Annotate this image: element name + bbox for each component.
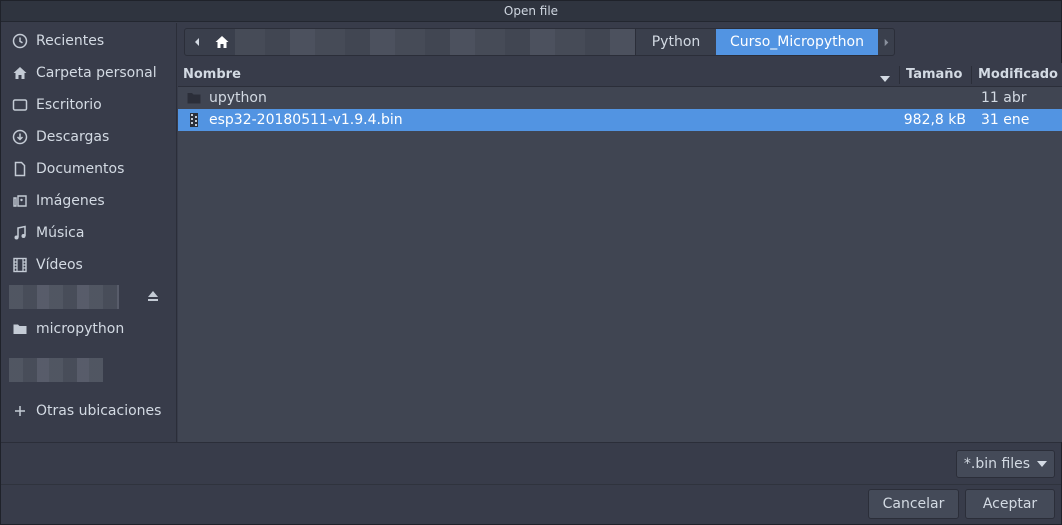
sidebar-item-otras-ubicaciones[interactable]: Otras ubicaciones: [1, 396, 176, 426]
sidebar-item-carpeta-personal[interactable]: Carpeta personal: [1, 58, 176, 88]
music-icon: [11, 224, 29, 242]
sort-descending-icon[interactable]: [880, 71, 890, 86]
sidebar-item-micropython[interactable]: micropython: [1, 314, 176, 344]
redacted-drive-label: [9, 285, 119, 309]
sidebar-item-escritorio[interactable]: Escritorio: [1, 90, 176, 120]
eject-icon[interactable]: [145, 288, 163, 306]
binary-file-icon: [186, 112, 202, 128]
column-name[interactable]: Nombre: [183, 63, 241, 87]
file-size: 982,8 kB: [903, 112, 966, 128]
column-modified[interactable]: Modificado: [978, 63, 1058, 87]
path-segment-python[interactable]: Python: [635, 29, 716, 55]
chevron-left-icon: [195, 38, 199, 46]
image-icon: [11, 192, 29, 210]
chevron-down-icon: [1037, 461, 1048, 467]
redacted-path-segments: [235, 29, 635, 55]
sidebar-item-label: micropython: [36, 321, 125, 337]
folder-icon: [11, 320, 29, 338]
dialog-footer: *.bin files Cancelar Aceptar: [1, 442, 1061, 524]
sidebar-item-label: Descargas: [36, 129, 110, 145]
column-separator: [971, 66, 972, 84]
path-bar: Python Curso_Micropython: [184, 28, 895, 56]
file-list: Nombre Tamaño Modificado upython 11 abr: [178, 63, 1062, 442]
path-back-button[interactable]: [185, 29, 209, 55]
sidebar-item-imagenes[interactable]: Imágenes: [1, 186, 176, 216]
sidebar-item-musica[interactable]: Música: [1, 218, 176, 248]
home-icon: [215, 36, 229, 48]
file-dialog: Open file Recientes Carpeta personal Esc…: [0, 0, 1062, 525]
download-icon: [11, 128, 29, 146]
home-icon: [11, 64, 29, 82]
plus-icon: [11, 402, 29, 420]
accept-button[interactable]: Aceptar: [965, 489, 1055, 519]
sidebar-item-label: Recientes: [36, 33, 105, 49]
footer-divider: [1, 484, 1061, 485]
file-modified: 11 abr: [981, 90, 1027, 106]
file-row-esp32-bin[interactable]: esp32-20180511-v1.9.4.bin 982,8 kB 31 en…: [178, 109, 1062, 131]
sidebar-item-label: Carpeta personal: [36, 65, 157, 81]
sidebar-item-label: Otras ubicaciones: [36, 403, 162, 419]
filter-label: *.bin files: [963, 456, 1031, 472]
sidebar-item-label: Documentos: [36, 161, 125, 177]
places-sidebar: Recientes Carpeta personal Escritorio De…: [1, 23, 177, 442]
sidebar-item-descargas[interactable]: Descargas: [1, 122, 176, 152]
sidebar-item-documentos[interactable]: Documentos: [1, 154, 176, 184]
cancel-button[interactable]: Cancelar: [868, 489, 959, 519]
sidebar-item-label: Imágenes: [36, 193, 105, 209]
desktop-icon: [11, 96, 29, 114]
file-name: upython: [209, 90, 267, 106]
file-row-upython[interactable]: upython 11 abr: [178, 87, 1062, 109]
folder-icon: [186, 90, 202, 106]
column-separator: [899, 66, 900, 84]
path-home-button[interactable]: [209, 29, 235, 55]
file-name: esp32-20180511-v1.9.4.bin: [209, 112, 403, 128]
path-forward-button[interactable]: [878, 29, 894, 55]
column-size[interactable]: Tamaño: [906, 63, 962, 87]
path-segment-current[interactable]: Curso_Micropython: [716, 29, 878, 55]
chevron-right-icon: [884, 38, 888, 46]
sidebar-item-videos[interactable]: Vídeos: [1, 250, 176, 280]
file-filter-dropdown[interactable]: *.bin files: [956, 450, 1055, 478]
sidebar-item-label: Vídeos: [36, 257, 83, 273]
clock-icon: [11, 32, 29, 50]
sidebar-item-recientes[interactable]: Recientes: [1, 26, 176, 56]
file-modified: 31 ene: [981, 112, 1030, 128]
video-icon: [11, 256, 29, 274]
column-header: Nombre Tamaño Modificado: [178, 63, 1062, 87]
sidebar-item-label: Música: [36, 225, 85, 241]
file-size: [908, 87, 966, 109]
window-title: Open file: [1, 1, 1061, 22]
redacted-location: [9, 358, 103, 382]
sidebar-item-label: Escritorio: [36, 97, 102, 113]
document-icon: [11, 160, 29, 178]
